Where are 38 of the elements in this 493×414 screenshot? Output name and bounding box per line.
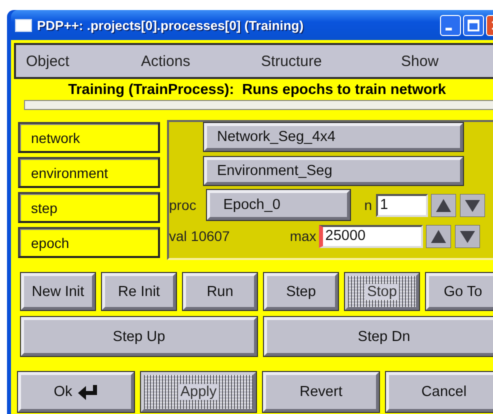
proc-label: proc: [169, 197, 196, 213]
process-heading: Training (TrainProcess): Runs epochs to train network: [67, 81, 447, 100]
menu-item[interactable]: Actions: [141, 52, 261, 70]
menu-item[interactable]: Structure: [261, 52, 401, 70]
menu-item[interactable]: Show: [401, 52, 493, 70]
n-field[interactable]: 1: [376, 194, 428, 216]
environment-button[interactable]: Environment_Seg: [204, 157, 463, 185]
minimize-icon[interactable]: [440, 14, 461, 36]
max-label: max: [290, 228, 316, 244]
n-label: n: [364, 197, 372, 213]
member-label: step: [18, 192, 160, 223]
action-button[interactable]: Run: [183, 273, 257, 310]
member-label: epoch: [18, 227, 160, 258]
val-label: val: [169, 228, 187, 244]
down-arrow-icon[interactable]: [460, 194, 486, 216]
proc-button[interactable]: Epoch_0: [207, 190, 350, 220]
window-icon: [15, 18, 32, 32]
action-button[interactable]: New Init: [21, 273, 95, 310]
window-title: PDP++: .projects[0].processes[0] (Training): [37, 18, 305, 32]
dialog-button[interactable]: Cancel: [386, 372, 493, 412]
step-button[interactable]: Step Dn: [264, 317, 493, 356]
val-value: 10607: [190, 228, 230, 244]
network-button[interactable]: Network_Seg_4x4: [204, 123, 463, 151]
member-label: environment: [18, 157, 160, 188]
dialog-button[interactable]: Revert: [263, 372, 379, 412]
menu-item[interactable]: Object: [26, 52, 141, 70]
member-label: network: [18, 122, 160, 153]
action-button[interactable]: Re Init: [102, 273, 176, 310]
return-icon: [78, 384, 98, 400]
down-arrow-icon[interactable]: [455, 224, 480, 248]
step-button[interactable]: Step Up: [21, 317, 257, 356]
up-arrow-icon[interactable]: [426, 224, 452, 248]
action-button[interactable]: Step: [264, 273, 338, 310]
max-field[interactable]: 25000: [319, 224, 424, 248]
dialog-button[interactable]: Ok: [18, 372, 134, 412]
maximize-icon[interactable]: [463, 14, 484, 36]
up-arrow-icon[interactable]: [431, 194, 456, 216]
action-button[interactable]: Go To: [426, 273, 493, 310]
